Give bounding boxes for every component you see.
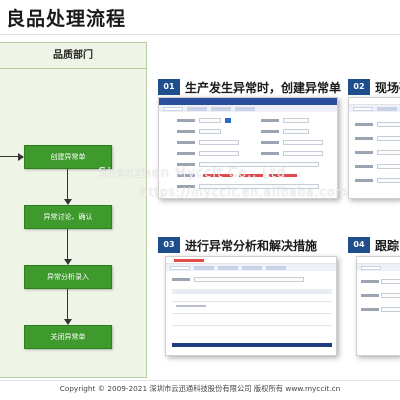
footer-divider [0,380,400,381]
step-03-screenshot [165,256,337,356]
page-title: 良品处理流程 [6,8,127,30]
step-03-title: 进行异常分析和解决措施 [185,238,318,253]
step-01-header: 01 生产发生异常时，创建异常单 [158,78,341,96]
step-01-screenshot [158,97,338,199]
step-02-title: 现场确 [375,80,400,95]
step-02-header: 02 现场确 [348,78,400,96]
step-03-number: 03 [158,237,180,253]
app-tab-bar [159,105,337,112]
watermark-url: https://myccit.en.alibaba.com [140,185,349,199]
step-02-screenshot [348,97,400,199]
copyright-footer: Copyright © 2009-2021 深圳市云迅通科技股份有限公司 版权所… [59,384,341,393]
step-04-title: 跟踪 [375,238,400,253]
incoming-connector [0,156,20,157]
flowchart-panel: 品质部门 创建异常单 异常讨论、确认 异常分析录入 关闭异常单 [0,42,147,378]
step-01-number: 01 [158,79,180,95]
flow-connector-1 [67,169,68,203]
flow-node-close: 关闭异常单 [24,325,112,349]
step-02-number: 02 [348,79,370,95]
flow-node-analysis: 异常分析录入 [24,265,112,289]
flow-connector-2 [67,229,68,263]
step-03-header: 03 进行异常分析和解决措施 [158,236,317,254]
step-01-title: 生产发生异常时，创建异常单 [185,80,342,95]
flow-connector-3 [67,289,68,323]
title-divider [0,34,400,35]
app-header-bar [159,98,337,105]
step-04-header: 04 跟踪 [348,236,399,254]
step-04-number: 04 [348,237,370,253]
step-04-screenshot [356,256,400,356]
incoming-arrow [18,153,24,161]
watermark-company: Shenzhen Myccit Co., Ltd [98,166,286,181]
flow-node-discuss: 异常讨论、确认 [24,205,112,229]
department-header: 品质部门 [0,43,146,69]
